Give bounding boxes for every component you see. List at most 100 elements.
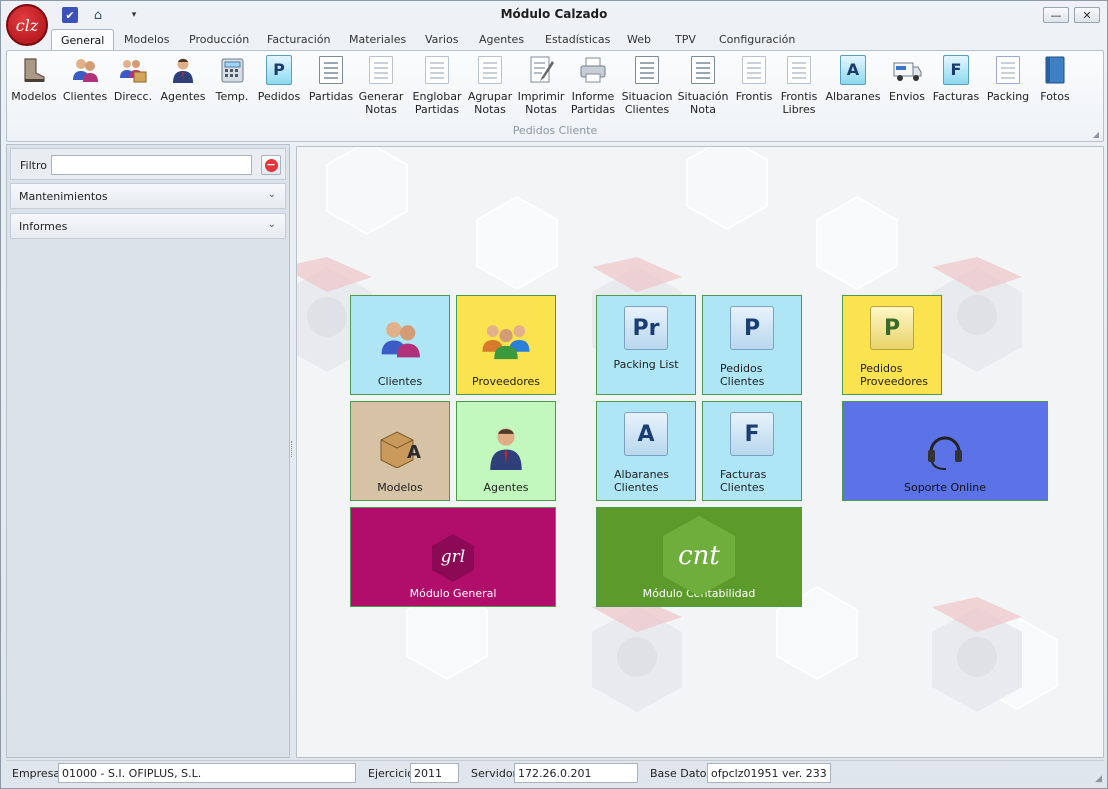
tile-pedidos-clientes[interactable]: P Pedidos Clientes bbox=[702, 295, 802, 395]
ribbon-group-label: Pedidos Cliente bbox=[512, 124, 598, 137]
section-informes[interactable]: Informes ⌄ bbox=[10, 213, 286, 239]
note-doc-icon bbox=[422, 54, 452, 86]
tab-general[interactable]: General bbox=[51, 29, 115, 51]
ribbon-packing-button[interactable]: Packing bbox=[987, 54, 1029, 120]
chevron-down-icon: ⌄ bbox=[267, 189, 276, 200]
title-bar: clz ✔ ⌂ ▾ Módulo Calzado — ✕ bbox=[1, 1, 1107, 46]
grl-logo-icon: grl bbox=[428, 532, 478, 582]
box-letter-icon: A bbox=[377, 428, 423, 468]
ribbon-facturas-button[interactable]: F Facturas bbox=[932, 54, 980, 120]
ribbon-imprimir-notas-button[interactable]: Imprimir Notas bbox=[518, 54, 564, 120]
empresa-field: 01000 - S.I. OFIPLUS, S.L. bbox=[58, 763, 356, 783]
tab-produccion[interactable]: Producción bbox=[180, 29, 258, 51]
group-users-icon bbox=[481, 318, 531, 362]
status-bar: Empresa 01000 - S.I. OFIPLUS, S.L. Ejerc… bbox=[6, 760, 1104, 786]
resize-grip-icon[interactable]: ◢ bbox=[1095, 774, 1102, 784]
ribbon-informe-partidas-button[interactable]: Informe Partidas bbox=[568, 54, 618, 120]
ribbon-agrupar-notas-button[interactable]: Agrupar Notas bbox=[468, 54, 512, 120]
ribbon-envios-button[interactable]: Envios bbox=[886, 54, 928, 120]
order-doc-icon: P bbox=[730, 306, 774, 350]
note-doc-icon bbox=[739, 54, 769, 86]
ribbon-modelos-button[interactable]: Modelos bbox=[11, 54, 57, 120]
servidor-label: Servidor bbox=[471, 767, 518, 780]
tab-materiales[interactable]: Materiales bbox=[340, 29, 415, 51]
order-doc-icon: P bbox=[264, 54, 294, 86]
tile-albaranes-clientes[interactable]: A Albaranes Clientes bbox=[596, 401, 696, 501]
ejercicio-field: 2011 bbox=[410, 763, 459, 783]
ribbon-generar-notas-button[interactable]: Generar Notas bbox=[359, 54, 403, 120]
panel-splitter[interactable] bbox=[291, 441, 293, 457]
agent-icon bbox=[484, 424, 528, 472]
navigation-panel: Filtro − Mantenimientos ⌄ Informes ⌄ bbox=[6, 144, 290, 758]
minimize-button[interactable]: — bbox=[1043, 7, 1069, 23]
ejercicio-label: Ejercicio bbox=[368, 767, 414, 780]
supplier-order-icon: P bbox=[870, 306, 914, 350]
ribbon-frontis-libres-button[interactable]: Frontis Libres bbox=[778, 54, 820, 120]
chevron-down-icon: ⌄ bbox=[267, 219, 276, 230]
agent-icon bbox=[168, 54, 198, 86]
tile-modulo-general[interactable]: grl Módulo General bbox=[350, 507, 556, 607]
cnt-logo-icon: cnt bbox=[657, 514, 741, 598]
tab-modelos[interactable]: Modelos bbox=[115, 29, 179, 51]
delivery-note-icon: A bbox=[624, 412, 668, 456]
ribbon-frontis-button[interactable]: Frontis bbox=[733, 54, 775, 120]
tile-modulo-contabilidad[interactable]: cnt Módulo Contabilidad bbox=[596, 507, 802, 607]
filter-input[interactable] bbox=[51, 155, 252, 175]
ribbon-direcc-button[interactable]: Direcc. bbox=[112, 54, 154, 120]
ribbon-agentes-button[interactable]: Agentes bbox=[160, 54, 206, 120]
tab-estadisticas[interactable]: Estadísticas bbox=[536, 29, 619, 51]
tile-agentes[interactable]: Agentes bbox=[456, 401, 556, 501]
clear-icon: − bbox=[264, 157, 278, 172]
tab-web[interactable]: Web bbox=[618, 29, 660, 51]
tile-proveedores[interactable]: Proveedores bbox=[456, 295, 556, 395]
packing-list-icon: Pr bbox=[624, 306, 668, 350]
note-doc-icon bbox=[366, 54, 396, 86]
close-button[interactable]: ✕ bbox=[1074, 7, 1100, 23]
tile-soporte-online[interactable]: Soporte Online bbox=[842, 401, 1048, 501]
tile-packing-list[interactable]: Pr Packing List bbox=[596, 295, 696, 395]
tab-configuracion[interactable]: Configuración bbox=[710, 29, 804, 51]
app-window: clz ✔ ⌂ ▾ Módulo Calzado — ✕ General Mod… bbox=[0, 0, 1108, 789]
empresa-label: Empresa bbox=[12, 767, 61, 780]
filter-label: Filtro bbox=[20, 159, 47, 172]
ribbon-albaranes-button[interactable]: A Albaranes bbox=[825, 54, 881, 120]
ribbon-dialog-launcher-icon[interactable]: ◢ bbox=[1093, 130, 1099, 139]
tab-facturacion[interactable]: Facturación bbox=[258, 29, 339, 51]
tile-pedidos-proveedores[interactable]: P Pedidos Proveedores bbox=[842, 295, 942, 395]
tab-varios[interactable]: Varios bbox=[416, 29, 467, 51]
calculator-icon bbox=[217, 54, 247, 86]
ribbon-pedidos-button[interactable]: P Pedidos bbox=[258, 54, 300, 120]
main-dashboard: Clientes Proveedores Pr Packing List P P… bbox=[296, 146, 1104, 758]
delivery-note-icon: A bbox=[838, 54, 868, 86]
ribbon-englobar-partidas-button[interactable]: Englobar Partidas bbox=[411, 54, 463, 120]
ribbon-fotos-button[interactable]: Fotos bbox=[1035, 54, 1075, 120]
checklist-icon bbox=[316, 54, 346, 86]
tile-facturas-clientes[interactable]: F Facturas Clientes bbox=[702, 401, 802, 501]
users-package-icon bbox=[118, 54, 148, 86]
ribbon-clientes-button[interactable]: Clientes bbox=[62, 54, 108, 120]
book-icon bbox=[1040, 54, 1070, 86]
ribbon-partidas-button[interactable]: Partidas bbox=[308, 54, 354, 120]
base-datos-label: Base Datos bbox=[650, 767, 713, 780]
ribbon-situacion-nota-button[interactable]: Situación Nota bbox=[676, 54, 730, 120]
tab-tpv[interactable]: TPV bbox=[666, 29, 705, 51]
tile-clientes[interactable]: Clientes bbox=[350, 295, 450, 395]
tab-agentes[interactable]: Agentes bbox=[470, 29, 533, 51]
invoice-icon: F bbox=[730, 412, 774, 456]
checklist-icon bbox=[688, 54, 718, 86]
section-mantenimientos[interactable]: Mantenimientos ⌄ bbox=[10, 183, 286, 209]
tile-modelos[interactable]: A Modelos bbox=[350, 401, 450, 501]
printer-icon bbox=[578, 54, 608, 86]
app-logo[interactable]: clz bbox=[6, 4, 48, 46]
ribbon-temp-button[interactable]: Temp. bbox=[213, 54, 251, 120]
filter-bar: Filtro − bbox=[10, 148, 286, 180]
ribbon-panel: Modelos Clientes Direcc. Agentes Temp. P… bbox=[6, 50, 1104, 142]
svg-text:A: A bbox=[407, 442, 421, 463]
edit-doc-icon bbox=[526, 54, 556, 86]
clear-filter-button[interactable]: − bbox=[261, 155, 281, 175]
headset-icon bbox=[922, 426, 968, 472]
users-icon bbox=[377, 316, 423, 362]
van-icon bbox=[892, 54, 922, 86]
users-icon bbox=[70, 54, 100, 86]
ribbon-situacion-clientes-button[interactable]: Situacion Clientes bbox=[621, 54, 673, 120]
